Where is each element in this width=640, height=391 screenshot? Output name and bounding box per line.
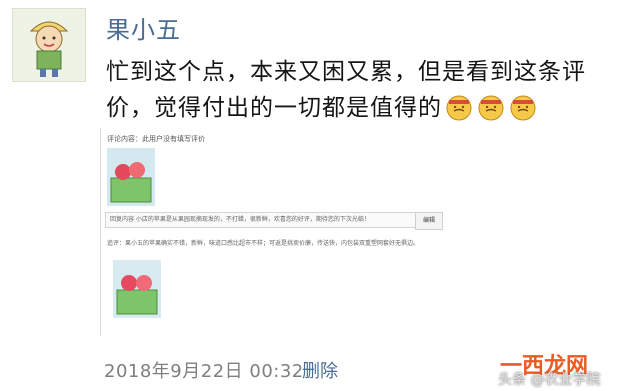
review-screenshot[interactable]: 评论内容：此用户没有填写评价 回复内容 小店的苹果是从果园现摘现发的，不打蜡，很… — [100, 128, 461, 336]
sick-face-emoji-icon — [510, 95, 536, 121]
followup-review: 追评：果小五的苹果确实不错，新鲜，味道口感比超市不样；可返是挑卖价廉，传送快，内… — [107, 240, 420, 247]
edit-reply-button[interactable]: 编辑 — [415, 212, 443, 230]
sick-face-emoji-icon — [478, 95, 504, 121]
watermark-source: 头条 @农业学院 — [498, 372, 601, 388]
sick-face-emoji-icon — [446, 95, 472, 121]
post-timestamp: 2018年9月22日 00:32 — [104, 361, 304, 382]
apple-box-image — [107, 148, 155, 206]
emoji-group — [442, 95, 538, 121]
apple-box-image — [113, 260, 161, 318]
delete-button[interactable]: 删除 — [302, 357, 338, 383]
post-text: 忙到这个点，本来又困又累，但是看到这条评价，觉得付出的一切都是值得的 — [106, 54, 626, 126]
review-header: 评论内容：此用户没有填写评价 — [107, 135, 205, 143]
avatar[interactable] — [12, 8, 86, 82]
merchant-reply: 回复内容 小店的苹果是从果园现摘现发的，不打蜡，很新鲜，欢喜您的好评，期待您的下… — [105, 212, 421, 228]
username[interactable]: 果小五 — [106, 10, 181, 45]
cartoon-avatar-icon — [13, 9, 85, 81]
followup-product-image — [113, 260, 161, 318]
product-image — [107, 148, 155, 206]
